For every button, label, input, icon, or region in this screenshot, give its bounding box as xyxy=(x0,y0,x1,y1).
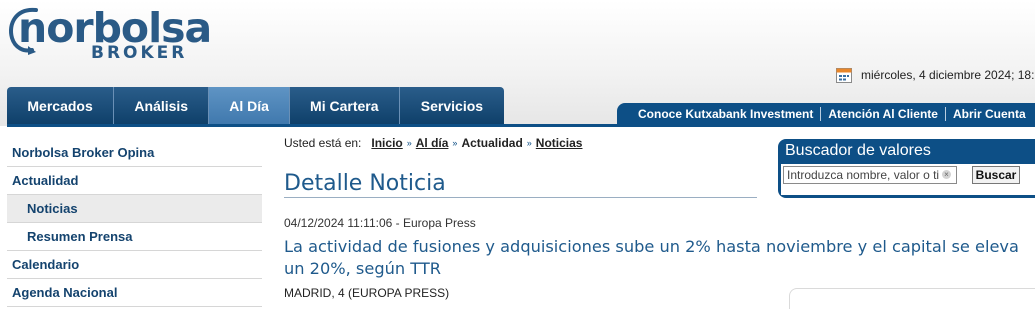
link-abrir-cuenta[interactable]: Abrir Cuenta xyxy=(946,107,1033,121)
nav-tab-al-dia[interactable]: Al Día xyxy=(209,87,290,125)
breadcrumb-al-dia[interactable]: Al día xyxy=(416,136,449,150)
search-title: Buscador de valores xyxy=(785,142,931,159)
sidebar-item-actualidad[interactable]: Actualidad xyxy=(7,167,262,195)
sidebar-item-calendario[interactable]: Calendario xyxy=(7,251,262,279)
search-input[interactable] xyxy=(783,166,957,184)
nav-tab-servicios[interactable]: Servicios xyxy=(400,87,504,125)
norbolsa-logo[interactable]: norbolsa BROKER xyxy=(6,4,212,66)
nav-divider xyxy=(7,124,1035,127)
top-links-bar: Conoce Kutxabank Investment Atención Al … xyxy=(617,103,1035,125)
sidebar: Norbolsa Broker Opina Actualidad Noticia… xyxy=(7,139,262,307)
current-date: miércoles, 4 diciembre 2024; 18: xyxy=(861,68,1035,82)
link-atencion-cliente[interactable]: Atención Al Cliente xyxy=(821,107,946,121)
breadcrumb-prefix: Usted está en: xyxy=(284,136,362,150)
news-meta: 04/12/2024 11:11:06 - Europa Press xyxy=(284,216,476,230)
stock-search-box: Buscador de valores × Buscar xyxy=(778,139,1035,198)
title-divider xyxy=(284,197,757,198)
sidebar-item-agenda-nacional[interactable]: Agenda Nacional xyxy=(7,279,262,307)
header: norbolsa BROKER miércoles, 4 diciembre 2… xyxy=(0,0,1035,126)
logo-subtitle: BROKER xyxy=(91,43,188,63)
search-button[interactable]: Buscar xyxy=(972,166,1020,184)
breadcrumb-noticias[interactable]: Noticias xyxy=(536,136,583,150)
search-body: × Buscar xyxy=(781,164,1035,195)
page-title: Detalle Noticia xyxy=(284,171,446,196)
link-kutxabank-investment[interactable]: Conoce Kutxabank Investment xyxy=(617,107,822,121)
nav-tab-mercados[interactable]: Mercados xyxy=(7,87,115,125)
breadcrumb-actualidad: Actualidad xyxy=(461,136,523,150)
breadcrumb-separator-icon: » xyxy=(406,138,412,148)
breadcrumb: Usted está en: Inicio » Al día » Actuali… xyxy=(284,136,582,150)
date-bar: miércoles, 4 diciembre 2024; 18: xyxy=(836,66,1034,84)
calendar-icon xyxy=(836,67,852,83)
sidebar-item-noticias[interactable]: Noticias xyxy=(7,195,262,223)
breadcrumb-separator-icon: » xyxy=(526,138,532,148)
nav-tab-mi-cartera[interactable]: Mi Cartera xyxy=(290,87,400,125)
main-content: Usted está en: Inicio » Al día » Actuali… xyxy=(284,136,1019,300)
breadcrumb-separator-icon: » xyxy=(452,138,458,148)
breadcrumb-inicio[interactable]: Inicio xyxy=(371,136,402,150)
clear-icon[interactable]: × xyxy=(942,170,951,179)
main-nav: Mercados Análisis Al Día Mi Cartera Serv… xyxy=(7,87,504,125)
nav-tab-analisis[interactable]: Análisis xyxy=(114,87,210,125)
side-widget-edge xyxy=(789,288,1035,309)
news-dateline: MADRID, 4 (EUROPA PRESS) xyxy=(284,286,450,300)
sidebar-item-broker-opina[interactable]: Norbolsa Broker Opina xyxy=(7,139,262,167)
news-headline: La actividad de fusiones y adquisiciones… xyxy=(284,237,1019,278)
sidebar-item-resumen-prensa[interactable]: Resumen Prensa xyxy=(7,223,262,251)
